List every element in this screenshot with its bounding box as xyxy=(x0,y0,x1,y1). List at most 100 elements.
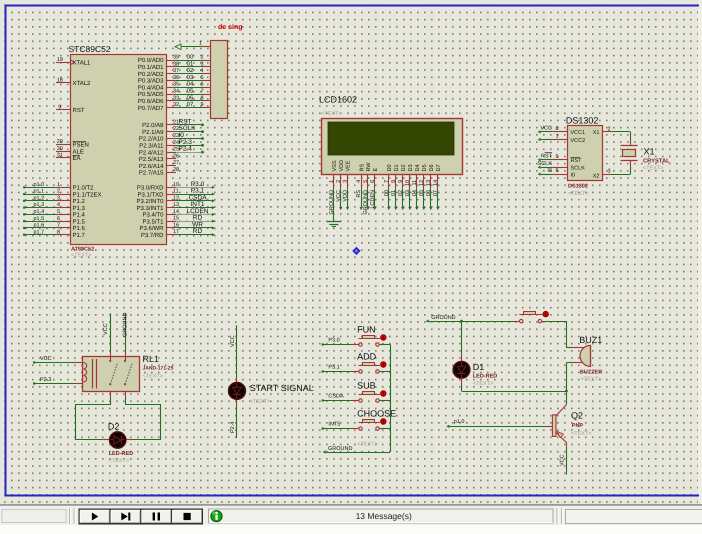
svg-text:D0: D0 xyxy=(387,164,393,171)
svg-text:P1.1/T2EX: P1.1/T2EX xyxy=(73,191,102,198)
svg-text:13: 13 xyxy=(426,180,432,186)
svg-text:<TEXT>: <TEXT> xyxy=(643,166,663,172)
svg-text:<TEXT>: <TEXT> xyxy=(250,399,270,405)
svg-text:P1.6: P1.6 xyxy=(73,225,86,232)
svg-text:X1: X1 xyxy=(593,130,600,136)
svg-text:START SIGNAL: START SIGNAL xyxy=(250,383,314,393)
svg-text:VCC: VCC xyxy=(540,126,552,132)
svg-text:GROUND: GROUND xyxy=(431,315,455,321)
svg-text:5: 5 xyxy=(363,180,369,183)
svg-text:VCC: VCC xyxy=(230,335,236,347)
svg-text:<TEXT>: <TEXT> xyxy=(473,381,493,387)
svg-text:VCC: VCC xyxy=(336,190,342,202)
svg-text:00: 00 xyxy=(384,190,390,196)
svg-text:SCLK: SCLK xyxy=(538,161,553,167)
svg-text:D7: D7 xyxy=(436,164,442,171)
svg-text:P3.1: P3.1 xyxy=(328,365,339,371)
svg-text:P0.5/AD5: P0.5/AD5 xyxy=(138,91,164,98)
svg-text:P3.4/T0: P3.4/T0 xyxy=(142,212,164,219)
svg-text:RD: RD xyxy=(193,228,203,235)
svg-text:P3.7/RD: P3.7/RD xyxy=(141,232,164,239)
svg-text:D2: D2 xyxy=(108,422,120,432)
svg-text:XTAL2: XTAL2 xyxy=(73,80,92,87)
svg-text:P2.4: P2.4 xyxy=(179,146,193,153)
svg-text:4: 4 xyxy=(356,180,362,183)
svg-text:04: 04 xyxy=(412,190,418,196)
svg-text:05: 05 xyxy=(419,190,425,196)
svg-text:7: 7 xyxy=(200,89,203,95)
svg-text:39: 39 xyxy=(173,55,179,61)
svg-text:04: 04 xyxy=(187,81,194,88)
svg-text:P1.2: P1.2 xyxy=(73,198,86,205)
svg-text:07: 07 xyxy=(187,101,194,108)
svg-text:27: 27 xyxy=(173,160,179,166)
svg-text:CRYSTAL: CRYSTAL xyxy=(643,158,670,165)
svg-text:05: 05 xyxy=(187,88,194,95)
svg-text:7: 7 xyxy=(384,180,390,183)
svg-text:P3.0/RXD: P3.0/RXD xyxy=(137,185,164,192)
svg-text:P2.3: P2.3 xyxy=(40,377,51,383)
svg-text:FUN: FUN xyxy=(357,325,376,335)
svg-text:GROUND: GROUND xyxy=(329,190,335,214)
svg-text:INT5: INT5 xyxy=(328,422,340,428)
svg-text:RST: RST xyxy=(73,107,85,114)
svg-text:34: 34 xyxy=(173,89,179,95)
svg-text:D1: D1 xyxy=(473,362,485,372)
svg-text:02: 02 xyxy=(398,190,404,196)
svg-text:P3.2/INT0: P3.2/INT0 xyxy=(136,198,164,205)
svg-text:P2.0/A8: P2.0/A8 xyxy=(142,122,164,129)
svg-text:VCC: VCC xyxy=(40,356,52,362)
svg-text:VCC2: VCC2 xyxy=(571,138,586,144)
svg-text:D1: D1 xyxy=(394,164,400,171)
svg-text:BUZ1: BUZ1 xyxy=(579,335,602,345)
svg-text:7: 7 xyxy=(57,223,60,229)
svg-text:RST: RST xyxy=(571,158,583,164)
svg-text:07: 07 xyxy=(433,190,439,196)
svg-text:01: 01 xyxy=(187,60,194,67)
svg-text:<TEXT>: <TEXT> xyxy=(71,253,91,259)
svg-text:de sing: de sing xyxy=(218,23,243,31)
svg-text:PNP: PNP xyxy=(572,423,584,429)
svg-text:D4: D4 xyxy=(415,164,421,171)
svg-text:P2.2/A10: P2.2/A10 xyxy=(139,136,164,143)
svg-text:P1.7: P1.7 xyxy=(73,232,86,239)
svg-text:p1.0: p1.0 xyxy=(454,419,465,425)
svg-text:<TEXT>: <TEXT> xyxy=(357,442,377,448)
svg-text:DS1302: DS1302 xyxy=(566,116,599,126)
svg-text:VCC1: VCC1 xyxy=(571,130,586,136)
svg-text:3: 3 xyxy=(57,195,60,201)
svg-text:1: 1 xyxy=(556,134,559,140)
svg-text:06: 06 xyxy=(187,94,194,101)
svg-text:P1.3: P1.3 xyxy=(73,205,86,212)
svg-text:RW: RW xyxy=(366,162,372,172)
svg-text:RS: RS xyxy=(359,164,365,172)
svg-text:p1.5: p1.5 xyxy=(34,216,45,222)
svg-text:6: 6 xyxy=(200,82,203,88)
svg-text:6: 6 xyxy=(57,216,60,222)
svg-text:15: 15 xyxy=(173,216,179,222)
svg-text:X1: X1 xyxy=(644,147,655,157)
svg-text:SCLK: SCLK xyxy=(571,165,586,171)
svg-text:<TEXT>: <TEXT> xyxy=(143,374,163,380)
svg-text:X2: X2 xyxy=(593,173,600,179)
svg-text:VCC: VCC xyxy=(560,454,566,466)
svg-text:P3.0: P3.0 xyxy=(328,338,339,344)
svg-text:P3.5/T1: P3.5/T1 xyxy=(142,218,164,225)
svg-text:2: 2 xyxy=(200,55,203,61)
svg-text:1: 1 xyxy=(57,182,60,188)
svg-text:ADD: ADD xyxy=(357,352,377,362)
svg-text:GROUND: GROUND xyxy=(123,313,129,337)
svg-text:5: 5 xyxy=(57,209,60,215)
svg-text:00: 00 xyxy=(187,54,194,61)
svg-text:<TEXT>: <TEXT> xyxy=(581,377,601,383)
svg-text:8: 8 xyxy=(556,126,559,132)
svg-text:1: 1 xyxy=(329,180,335,183)
svg-text:35: 35 xyxy=(173,82,179,88)
svg-text:3: 3 xyxy=(608,169,611,175)
svg-text:SUB: SUB xyxy=(357,381,376,391)
svg-text:CSDA: CSDA xyxy=(328,394,344,400)
svg-text:PSEN: PSEN xyxy=(73,142,89,149)
svg-text:GROUND: GROUND xyxy=(363,190,369,214)
svg-text:14: 14 xyxy=(433,180,439,186)
svg-text:E: E xyxy=(373,168,379,172)
